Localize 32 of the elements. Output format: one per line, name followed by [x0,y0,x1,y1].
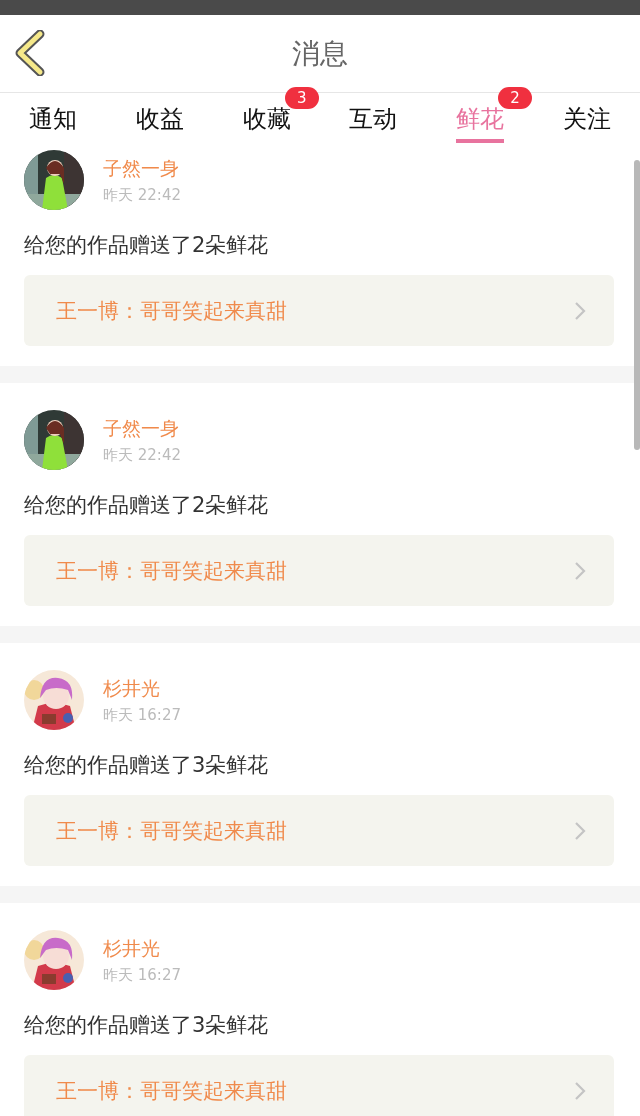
user-name[interactable]: 子然一身 [103,155,181,182]
quote-text: 王一博：哥哥笑起来真甜 [56,817,287,845]
quoted-work[interactable]: 王一博：哥哥笑起来真甜 [24,1055,614,1116]
user-name[interactable]: 杉井光 [103,675,181,702]
tab[interactable]: 关注 [562,93,611,143]
message-text: 给您的作品赠送了3朵鲜花 [24,752,270,779]
quote-text: 王一博：哥哥笑起来真甜 [56,297,287,325]
chevron-icon [574,820,586,841]
message-text: 给您的作品赠送了3朵鲜花 [24,1012,270,1039]
quoted-work[interactable]: 王一博：哥哥笑起来真甜 [24,535,614,606]
page-title: 消息 [292,35,348,72]
chevron-icon [574,560,586,581]
user-name[interactable]: 子然一身 [103,415,181,442]
timestamp: 昨天 22:42 [103,445,181,465]
chevron-icon [574,300,586,321]
quote-text: 王一博：哥哥笑起来真甜 [56,557,287,585]
user-name[interactable]: 杉井光 [103,935,181,962]
quote-text: 王一博：哥哥笑起来真甜 [56,1077,287,1105]
message-text: 给您的作品赠送了2朵鲜花 [24,492,270,519]
chevron-icon [574,1080,586,1101]
message-text: 给您的作品赠送了2朵鲜花 [24,232,270,259]
timestamp: 昨天 16:27 [103,705,181,725]
back-icon[interactable] [14,30,46,76]
quoted-work[interactable]: 王一博：哥哥笑起来真甜 [24,275,614,346]
tab[interactable]: 收益 [136,93,184,143]
count-badge: 2 [498,87,532,109]
quoted-work[interactable]: 王一博：哥哥笑起来真甜 [24,795,614,866]
count-badge: 3 [284,87,319,109]
timestamp: 昨天 22:42 [103,185,181,205]
tab[interactable]: 通知 [29,93,78,143]
timestamp: 昨天 16:27 [103,965,181,985]
tab[interactable]: 互动 [349,93,398,143]
